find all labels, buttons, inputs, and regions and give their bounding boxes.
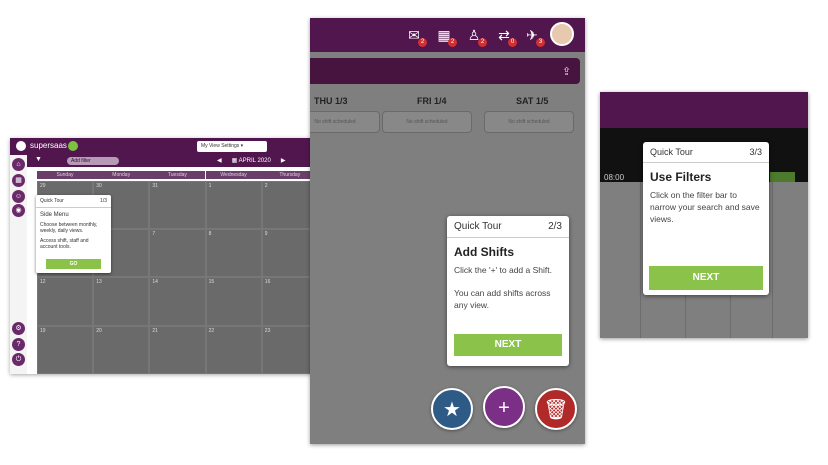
quick-tour-popup: Quick Tour 2/3 Add Shifts Click the '+' … <box>447 216 569 366</box>
star-icon: ★ <box>443 399 461 421</box>
calendar-day-cell[interactable]: 20 <box>93 325 150 374</box>
calendar-day-cell[interactable]: 1 <box>205 181 262 230</box>
tour-next-button[interactable]: NEXT <box>454 334 562 356</box>
day-header: Sunday <box>37 171 93 179</box>
calendar-day-cell[interactable]: 12 <box>37 277 94 326</box>
logo-icon <box>16 141 26 151</box>
swap-badge: 0 <box>508 38 517 47</box>
calendar-day-cell[interactable]: 19 <box>37 325 94 374</box>
month-label: APRIL 2020 <box>238 158 271 164</box>
tour-header: Quick Tour 3/3 <box>643 142 769 163</box>
week-header-bar <box>310 58 580 84</box>
calendar-day-cell[interactable]: 21 <box>149 325 206 374</box>
tour-text: You can add shifts across any view. <box>454 288 551 310</box>
calendar-day-cell[interactable]: 13 <box>93 277 150 326</box>
tour-heading: Side Menu <box>40 212 69 218</box>
filters-screenshot: 08:00 Quick Tour 3/3 Use Filters Click o… <box>600 92 808 338</box>
calendar-day-cell[interactable]: 14 <box>149 277 206 326</box>
tour-title: Quick Tour <box>40 198 64 204</box>
favorite-button[interactable]: ★ <box>431 388 473 430</box>
tour-go-button[interactable]: GO <box>46 259 101 269</box>
side-menu: ⌂ ▦ ☺ ◉ ⚙ ? ⏻ <box>10 155 27 374</box>
people-icon[interactable]: ☺ <box>12 190 25 203</box>
help-icon[interactable]: ? <box>12 338 25 351</box>
calendar-badge: 2 <box>448 38 457 47</box>
brand-name: supersaas <box>30 141 67 150</box>
tour-text: Click the '+' to add a Shift. <box>454 265 552 275</box>
tour-step: 1/3 <box>100 198 107 204</box>
day-header: Monday <box>93 171 150 179</box>
settings-icon[interactable]: ⚙ <box>12 322 25 335</box>
swap-icon[interactable]: ⇄ 0 <box>494 26 517 47</box>
day-label: THU 1/3 <box>314 96 348 106</box>
tour-step: 3/3 <box>749 147 762 157</box>
day-cell[interactable]: No shift scheduled <box>382 111 472 133</box>
add-shift-button[interactable]: + <box>483 386 525 428</box>
calendar-day-cell[interactable]: 8 <box>205 229 262 278</box>
tour-title: Quick Tour <box>454 221 502 232</box>
logout-icon[interactable]: ⏻ <box>12 353 25 366</box>
day-header: Wednesday <box>205 171 262 179</box>
tour-heading: Add Shifts <box>454 245 514 259</box>
brand-badge-icon <box>68 141 78 151</box>
calendar-day-cell[interactable]: 22 <box>205 325 262 374</box>
mail-badge: 2 <box>418 38 427 47</box>
calendar-day-cell[interactable]: 7 <box>149 229 206 278</box>
tour-body: Use Filters Click on the filter bar to n… <box>643 163 769 232</box>
filter-icon: ▼ <box>35 156 42 163</box>
day-label: SAT 1/5 <box>516 96 549 106</box>
tour-text: Click on the filter bar to narrow your s… <box>650 190 760 224</box>
day-header: Tuesday <box>149 171 206 179</box>
quick-tour-popup: Quick Tour 3/3 Use Filters Click on the … <box>643 142 769 295</box>
day-cell[interactable]: No shift scheduled <box>484 111 574 133</box>
tour-title: Quick Tour <box>650 147 693 157</box>
avatar[interactable] <box>550 22 574 46</box>
tour-heading: Use Filters <box>650 170 712 184</box>
plus-icon: + <box>498 397 510 419</box>
calendar-day-cell[interactable]: 31 <box>149 181 206 230</box>
tour-body: Side Menu Choose between monthly, weekly… <box>36 208 111 254</box>
prev-month-icon[interactable]: ◀ <box>217 158 222 164</box>
calendar-icon[interactable]: ▦ <box>12 174 25 187</box>
day-label: FRI 1/4 <box>417 96 447 106</box>
day-cell[interactable]: No shift scheduled <box>310 111 380 133</box>
top-bar <box>600 92 808 128</box>
time-label: 08:00 <box>604 173 625 182</box>
chart-icon[interactable]: ◉ <box>12 204 25 217</box>
quick-tour-popup: Quick Tour 1/3 Side Menu Choose between … <box>36 195 111 273</box>
mail-icon[interactable]: ✉ 2 <box>404 26 427 47</box>
home-icon[interactable]: ⌂ <box>12 158 25 171</box>
tour-step: 2/3 <box>548 221 562 232</box>
tour-body: Add Shifts Click the '+' to add a Shift.… <box>447 238 569 318</box>
user-badge: 2 <box>478 38 487 47</box>
calendar-small-icon: ▦ <box>231 158 238 164</box>
delete-button[interactable]: 🗑 <box>535 388 577 430</box>
month-navigator: ◀ ▦ APRIL 2020 ▶ <box>217 157 285 164</box>
share-icon[interactable]: ⇪ <box>562 65 571 78</box>
filter-chip[interactable]: Add filter <box>67 157 119 165</box>
calendar-day-cell[interactable]: 15 <box>205 277 262 326</box>
tour-header: Quick Tour 2/3 <box>447 216 569 238</box>
tour-text: Access shift, staff and account tools. <box>40 238 89 250</box>
mobile-screenshot: ✉ 2 ▦ 2 ♙ 2 ⇄ 0 ✈ 3 ⇪ THU 1/3 FRI 1/4 SAT 1/5… <box>310 18 585 444</box>
plane-badge: 3 <box>536 38 545 47</box>
tour-next-button[interactable]: NEXT <box>649 266 763 290</box>
trash-icon: 🗑 <box>543 399 569 421</box>
tour-header: Quick Tour 1/3 <box>36 195 111 208</box>
plane-icon[interactable]: ✈ 3 <box>522 26 545 47</box>
calendar-icon[interactable]: ▦ 2 <box>434 26 457 47</box>
tour-text: Choose between monthly, weekly, daily vi… <box>40 222 98 234</box>
view-settings-select[interactable]: My View Settings ▾ <box>197 141 267 152</box>
user-icon[interactable]: ♙ 2 <box>464 26 487 47</box>
view-select-label: My View Settings <box>201 143 240 149</box>
next-month-icon[interactable]: ▶ <box>281 158 286 164</box>
